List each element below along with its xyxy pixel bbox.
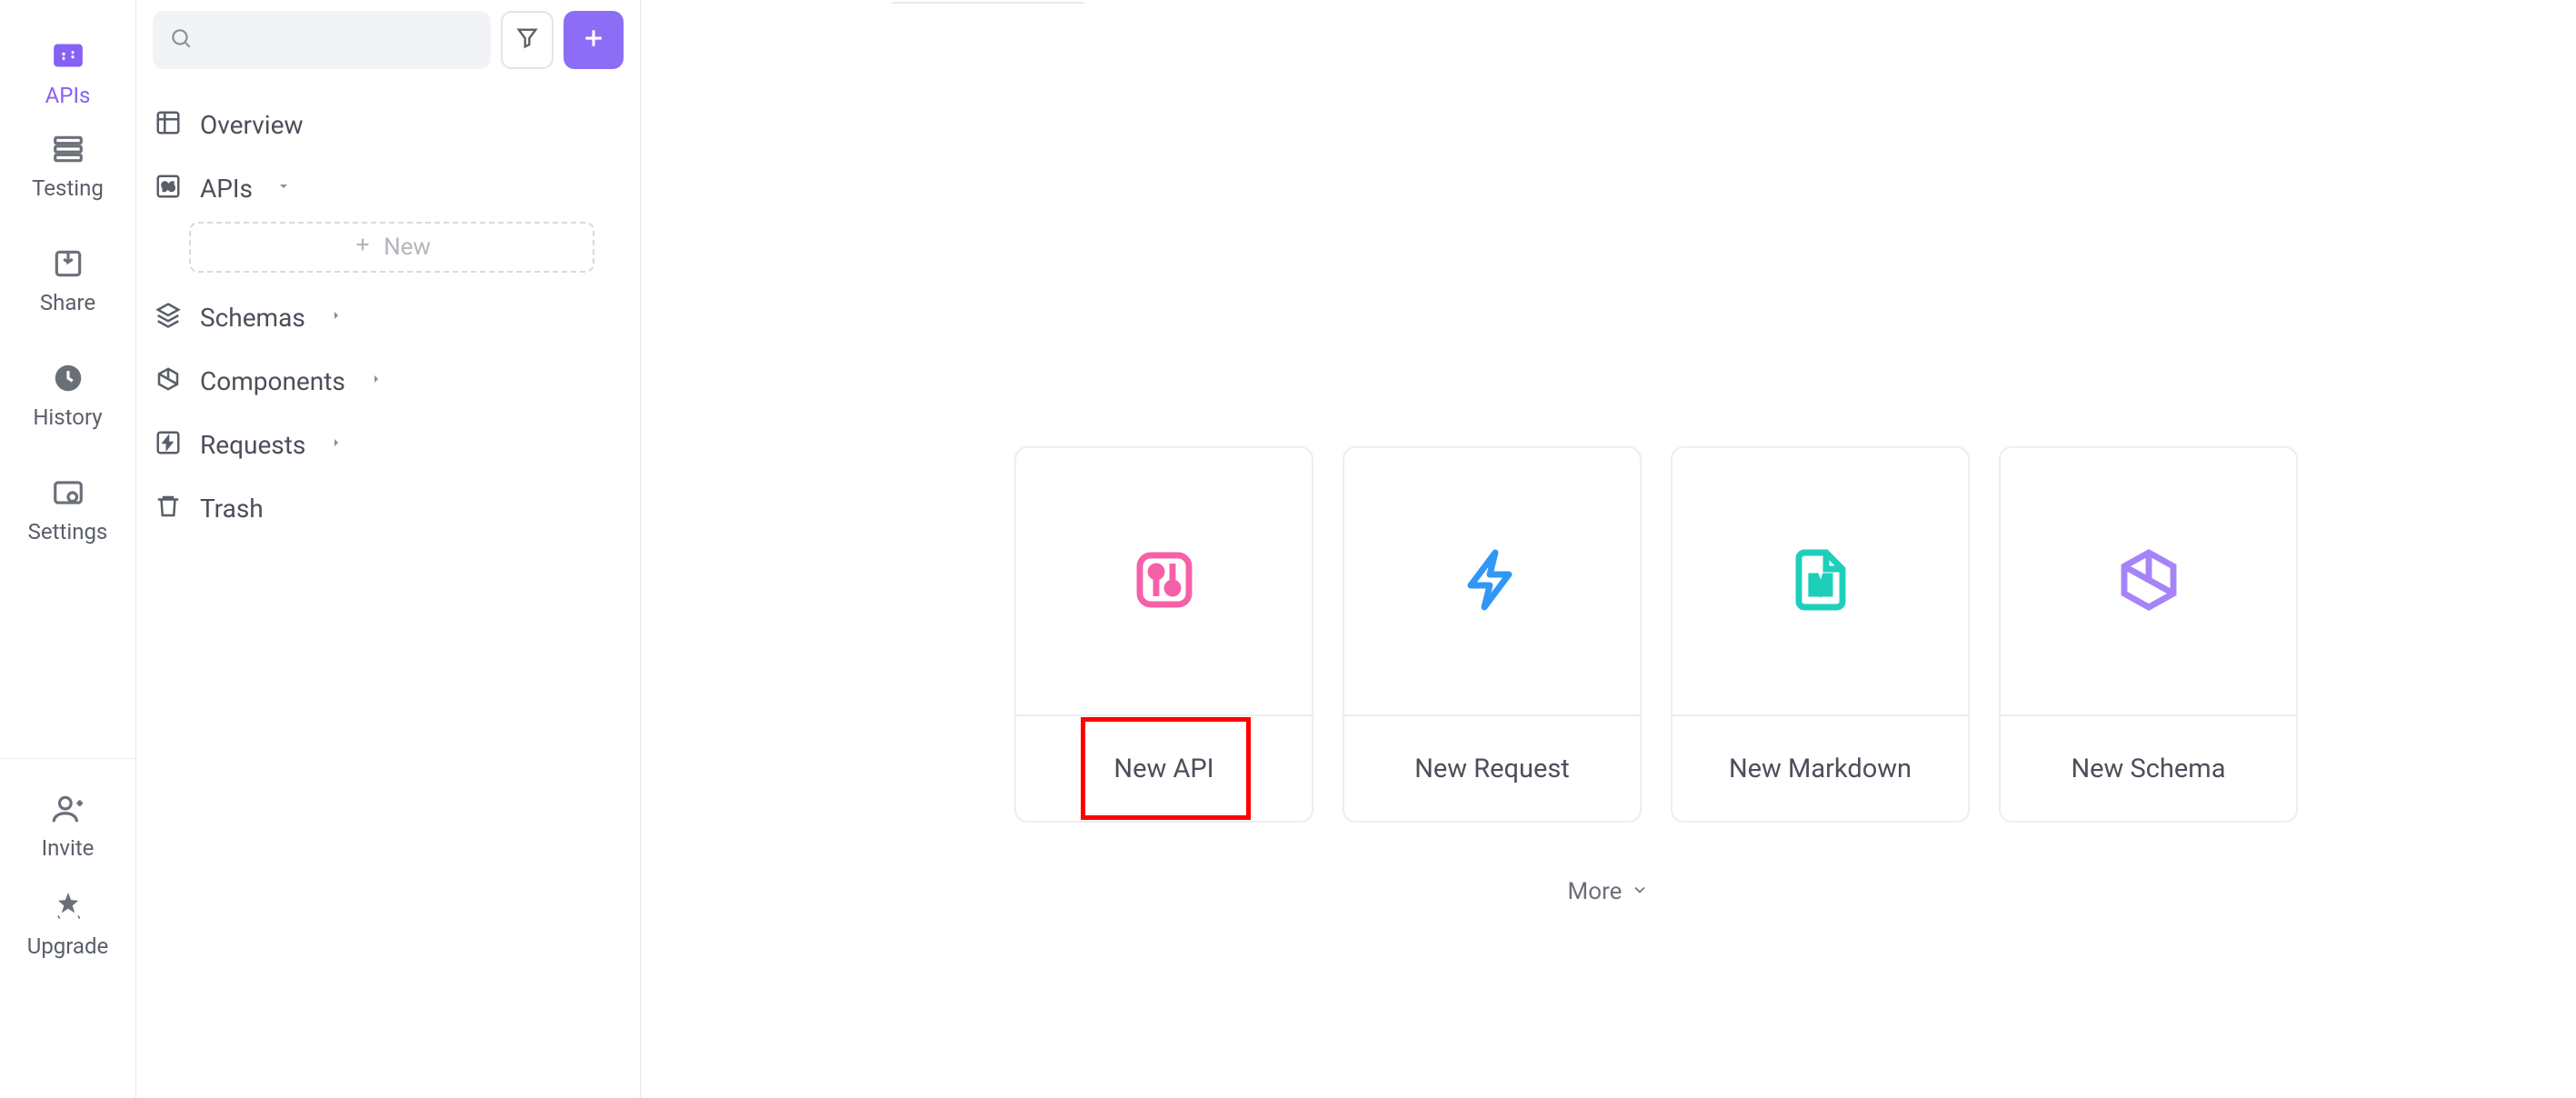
sidebar: Overview 96 APIs New Schemas Components	[136, 0, 641, 1098]
new-api-inline-button[interactable]: New	[189, 222, 594, 273]
svg-text:M: M	[1810, 571, 1832, 600]
overview-icon	[155, 109, 182, 140]
nav-share[interactable]: Share	[0, 224, 135, 338]
history-icon	[51, 361, 85, 395]
tree-overview[interactable]: Overview	[153, 93, 624, 156]
chevron-right-icon	[329, 308, 344, 326]
nav-upgrade[interactable]: Upgrade	[0, 875, 135, 973]
card-new-schema-label: New Schema	[2071, 754, 2225, 784]
nav-settings-label: Settings	[28, 519, 108, 544]
add-button[interactable]	[564, 11, 624, 69]
card-new-markdown-label: New Markdown	[1729, 754, 1912, 784]
tree-schemas[interactable]: Schemas	[153, 285, 624, 349]
card-new-request-label: New Request	[1414, 754, 1570, 784]
settings-icon	[51, 475, 85, 510]
nav-testing-label: Testing	[32, 175, 104, 201]
api-bracket-icon: 96	[155, 173, 182, 204]
tree-requests-label: Requests	[200, 430, 305, 460]
api-sliders-icon	[1132, 547, 1197, 616]
chevron-down-icon	[276, 179, 291, 197]
svg-text:96: 96	[162, 181, 175, 195]
nav-apis-label: APIs	[45, 83, 91, 108]
tree-trash[interactable]: Trash	[153, 476, 624, 540]
nav-share-label: Share	[40, 290, 95, 315]
markdown-icon: M	[1788, 547, 1853, 616]
main-content: New API New Request M New Markdown	[641, 0, 2576, 1098]
search-input[interactable]	[153, 11, 491, 69]
tree-apis[interactable]: 96 APIs	[153, 156, 624, 220]
card-new-markdown[interactable]: M New Markdown	[1671, 446, 1970, 823]
search-icon	[169, 26, 193, 54]
components-icon	[155, 365, 182, 396]
testing-icon	[51, 132, 85, 166]
tree-overview-label: Overview	[200, 110, 304, 140]
upgrade-icon	[51, 890, 85, 924]
plus-icon	[580, 25, 607, 55]
filter-icon	[514, 25, 540, 55]
more-label: More	[1568, 878, 1622, 905]
apis-icon	[50, 37, 86, 74]
nav-upgrade-label: Upgrade	[27, 933, 109, 959]
card-new-request[interactable]: New Request	[1343, 446, 1642, 823]
tree-components-label: Components	[200, 366, 345, 396]
tree-trash-label: Trash	[200, 494, 264, 524]
nav-apis[interactable]: APIs	[0, 0, 135, 109]
share-icon	[51, 246, 85, 281]
highlight-annotation	[1081, 717, 1251, 820]
schemas-icon	[155, 302, 182, 333]
new-api-inline-label: New	[384, 234, 431, 261]
chevron-right-icon	[329, 435, 344, 454]
chevron-down-icon	[1631, 878, 1649, 905]
tree-schemas-label: Schemas	[200, 303, 305, 333]
card-new-schema[interactable]: New Schema	[1999, 446, 2298, 823]
filter-button[interactable]	[501, 11, 554, 69]
tree-components[interactable]: Components	[153, 349, 624, 413]
nav-settings[interactable]: Settings	[0, 453, 135, 567]
tree-requests[interactable]: Requests	[153, 413, 624, 476]
chevron-right-icon	[369, 372, 384, 390]
plus-icon	[353, 234, 373, 261]
nav-history[interactable]: History	[0, 338, 135, 453]
nav-invite[interactable]: Invite	[0, 777, 135, 875]
tree-apis-label: APIs	[200, 174, 253, 204]
top-divider	[892, 2, 1084, 4]
more-button[interactable]: More	[641, 878, 2576, 905]
card-new-api[interactable]: New API	[1014, 446, 1313, 823]
lightning-icon	[1460, 547, 1525, 616]
nav-testing[interactable]: Testing	[0, 109, 135, 224]
nav-invite-label: Invite	[42, 835, 95, 861]
requests-icon	[155, 429, 182, 460]
cube-icon	[2116, 547, 2182, 616]
nav-history-label: History	[33, 404, 102, 430]
trash-icon	[155, 493, 182, 524]
invite-icon	[51, 792, 85, 826]
